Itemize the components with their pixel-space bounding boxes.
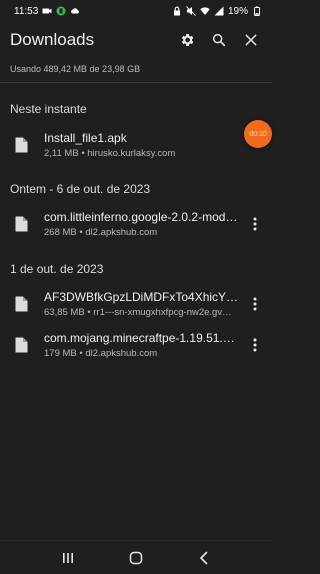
battery-percent: 19% <box>227 5 248 17</box>
file-icon <box>14 337 28 353</box>
file-icon <box>14 137 28 153</box>
status-left: 11:53 <box>14 6 80 17</box>
file-name: AF3DWBfkGpzLDiMDFxTo4XhicYUC… <box>44 290 239 304</box>
close-icon[interactable] <box>242 31 260 49</box>
file-icon <box>14 296 28 312</box>
lock-icon <box>172 6 182 16</box>
item-text: com.mojang.minecraftpe-1.19.51.0… 179 MB… <box>44 331 246 359</box>
storage-usage: Usando 489,42 MB de 23,98 GB <box>10 64 141 74</box>
file-meta: 63,85 MB • rr1---sn-xmugxhxfpcg-nw2e.gv… <box>44 307 232 318</box>
battery-icon <box>252 6 262 16</box>
status-right: 19% <box>172 6 262 17</box>
file-meta: 179 MB • dl2.apkshub.com <box>44 348 158 359</box>
file-meta: 2,11 MB • hirusko.kurlaksy.com <box>44 148 176 159</box>
file-name: com.littleinferno.google-2.0.2-mod-… <box>44 210 239 224</box>
divider <box>0 82 272 83</box>
app-actions <box>178 31 260 49</box>
settings-icon[interactable] <box>178 31 196 49</box>
more-options-icon[interactable] <box>246 295 264 313</box>
item-text: com.littleinferno.google-2.0.2-mod-… 268… <box>44 210 246 238</box>
section-header-oct1: 1 de out. de 2023 <box>10 262 104 276</box>
cloud-icon <box>70 6 80 16</box>
search-icon[interactable] <box>210 31 228 49</box>
file-icon <box>14 216 28 232</box>
camera-icon <box>42 6 52 16</box>
file-name: com.mojang.minecraftpe-1.19.51.0… <box>44 331 239 345</box>
file-meta: 268 MB • dl2.apkshub.com <box>44 227 158 238</box>
notification-badge-icon <box>56 6 66 16</box>
signal-icon <box>214 6 224 16</box>
floating-timer-bubble[interactable]: 00:10 <box>244 120 272 148</box>
wifi-icon <box>200 6 210 16</box>
item-text: AF3DWBfkGpzLDiMDFxTo4XhicYUC… 63,85 MB •… <box>44 290 246 318</box>
page-title: Downloads <box>10 30 95 49</box>
status-bar: 11:53 19% <box>0 0 272 22</box>
list-item[interactable]: com.littleinferno.google-2.0.2-mod-… 268… <box>0 205 272 243</box>
home-icon[interactable] <box>126 548 146 568</box>
navigation-bar <box>0 540 272 574</box>
more-options-icon[interactable] <box>246 215 264 233</box>
list-item[interactable]: com.mojang.minecraftpe-1.19.51.0… 179 MB… <box>0 326 272 364</box>
section-header-now: Neste instante <box>10 102 87 116</box>
list-item[interactable]: Install_file1.apk 2,11 MB • hirusko.kurl… <box>0 126 272 164</box>
file-name: Install_file1.apk <box>44 131 127 145</box>
list-item[interactable]: AF3DWBfkGpzLDiMDFxTo4XhicYUC… 63,85 MB •… <box>0 285 272 323</box>
app-bar: Downloads <box>0 24 272 56</box>
section-header-yesterday: Ontem - 6 de out. de 2023 <box>10 182 151 196</box>
status-time: 11:53 <box>14 5 39 17</box>
item-text: Install_file1.apk 2,11 MB • hirusko.kurl… <box>44 131 272 159</box>
recents-icon[interactable] <box>58 548 78 568</box>
back-icon[interactable] <box>194 548 214 568</box>
more-options-icon[interactable] <box>246 336 264 354</box>
mute-icon <box>186 6 196 16</box>
